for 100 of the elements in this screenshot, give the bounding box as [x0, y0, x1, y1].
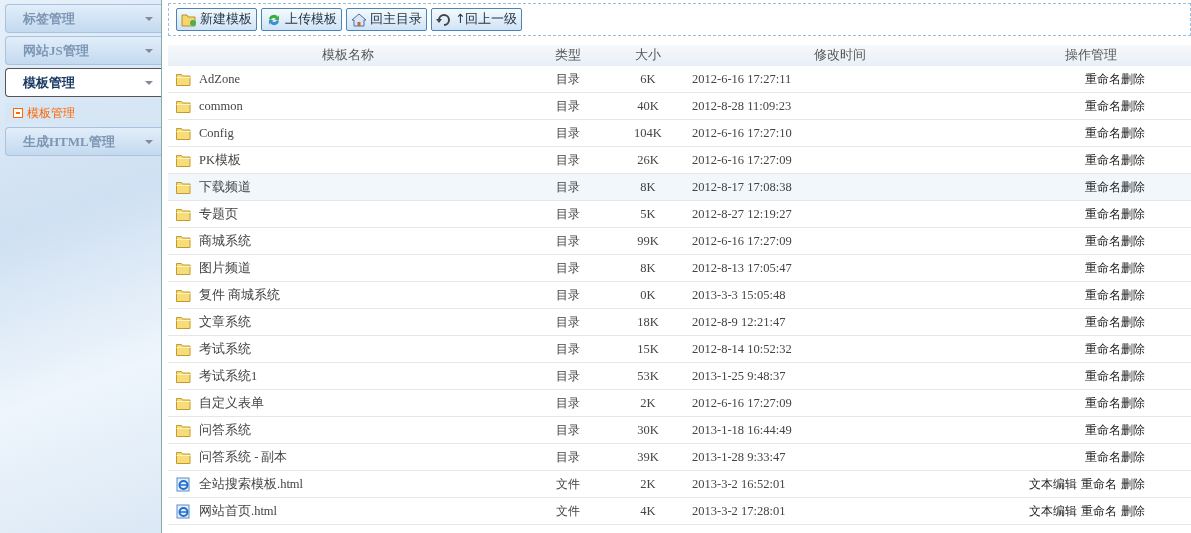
action-link[interactable]: 重命名: [1085, 261, 1121, 276]
size-text: 2K: [640, 395, 656, 410]
folder-name[interactable]: 专题页: [199, 204, 238, 224]
folder-name[interactable]: 自定义表单: [199, 393, 264, 413]
action-link[interactable]: 文本编辑: [1029, 477, 1078, 492]
menu-header[interactable]: 模板管理: [5, 68, 161, 97]
action-link[interactable]: 重命名: [1085, 396, 1121, 411]
action-link[interactable]: 文本编辑: [1029, 504, 1078, 519]
folder-icon: [176, 126, 191, 140]
type-text: 目录: [556, 450, 580, 465]
modified-date: 2013-1-28 9:33:47: [692, 449, 786, 464]
folder-name[interactable]: 考试系统: [199, 339, 251, 359]
action-link[interactable]: 重命名: [1085, 153, 1121, 168]
action-link[interactable]: 重命名: [1085, 180, 1121, 195]
type-text: 目录: [556, 288, 580, 303]
action-link[interactable]: 重命名: [1085, 342, 1121, 357]
folder-name[interactable]: Config: [199, 123, 234, 143]
column-header: 类型: [528, 45, 608, 66]
size-text: 4K: [640, 503, 656, 518]
type-text: 目录: [556, 261, 580, 276]
size-text: 5K: [640, 206, 656, 221]
action-link[interactable]: 重命名: [1085, 315, 1121, 330]
folder-name[interactable]: 问答系统 - 副本: [199, 447, 288, 467]
folder-icon: [176, 288, 191, 302]
action-link[interactable]: 删除: [1121, 423, 1145, 438]
modified-date: 2013-3-2 16:52:01: [692, 476, 786, 491]
column-header: 修改时间: [688, 45, 991, 66]
action-link[interactable]: 删除: [1121, 153, 1145, 168]
type-text: 目录: [556, 153, 580, 168]
action-link[interactable]: 删除: [1121, 477, 1145, 492]
folder-name[interactable]: AdZone: [199, 69, 240, 89]
action-link[interactable]: 重命名: [1085, 369, 1121, 384]
action-link[interactable]: 删除: [1121, 180, 1145, 195]
modified-date: 2013-1-18 16:44:49: [692, 422, 792, 437]
action-link[interactable]: 重命名: [1085, 99, 1121, 114]
action-link[interactable]: 删除: [1121, 369, 1145, 384]
action-link[interactable]: 删除: [1121, 450, 1145, 465]
house-icon: [351, 12, 367, 27]
file-name[interactable]: 全站搜索模板.html: [199, 474, 304, 494]
action-link[interactable]: 重命名: [1085, 126, 1121, 141]
folder-icon: [176, 315, 191, 329]
file-name[interactable]: 网站首页.html: [199, 501, 278, 521]
size-text: 18K: [637, 314, 659, 329]
toolbar-button[interactable]: 回主目录: [346, 8, 427, 31]
action-link[interactable]: 删除: [1121, 261, 1145, 276]
action-link[interactable]: 删除: [1121, 72, 1145, 86]
action-link[interactable]: 删除: [1121, 504, 1145, 519]
folder-name[interactable]: 复件 商城系统: [199, 285, 281, 305]
action-link[interactable]: 删除: [1121, 288, 1145, 303]
action-link[interactable]: 重命名: [1085, 450, 1121, 465]
action-link[interactable]: 删除: [1121, 342, 1145, 357]
type-text: 目录: [556, 234, 580, 249]
action-link[interactable]: 重命名: [1081, 477, 1118, 492]
collapse-icon[interactable]: [13, 108, 23, 118]
modified-date: 2012-6-16 17:27:09: [692, 152, 792, 167]
action-link[interactable]: 重命名: [1085, 423, 1121, 438]
action-link[interactable]: 重命名: [1085, 234, 1121, 249]
action-link[interactable]: 重命名: [1081, 504, 1118, 519]
action-link[interactable]: 删除: [1121, 207, 1145, 222]
folder-name[interactable]: 商城系统: [199, 231, 251, 251]
folder-name[interactable]: 下载频道: [199, 177, 251, 197]
size-text: 99K: [637, 233, 659, 248]
folder-name[interactable]: 问答系统: [199, 420, 251, 440]
folder-name[interactable]: common: [199, 96, 243, 116]
toolbar-button[interactable]: 新建模板: [176, 8, 257, 31]
back-button[interactable]: ↑回上一级: [431, 8, 523, 31]
folder-icon: [176, 261, 191, 275]
modified-date: 2012-8-13 17:05:47: [692, 260, 792, 275]
type-text: 文件: [556, 477, 580, 492]
modified-date: 2013-3-3 15:05:48: [692, 287, 786, 302]
folder-icon: [176, 153, 191, 167]
type-text: 目录: [556, 126, 580, 141]
type-text: 目录: [556, 315, 580, 330]
action-link[interactable]: 重命名: [1085, 207, 1121, 222]
type-text: 目录: [556, 207, 580, 222]
action-link[interactable]: 删除: [1121, 234, 1145, 249]
modified-date: 2012-6-16 17:27:10: [692, 125, 792, 140]
action-link[interactable]: 删除: [1121, 126, 1145, 141]
folder-name[interactable]: 文章系统: [199, 312, 251, 332]
size-text: 30K: [637, 422, 659, 437]
folder-icon: [176, 369, 191, 383]
action-link[interactable]: 重命名: [1085, 288, 1121, 303]
modified-date: 2013-3-2 17:28:01: [692, 503, 786, 518]
size-text: 39K: [637, 449, 659, 464]
folder-name[interactable]: 考试系统1: [199, 366, 258, 386]
size-text: 8K: [640, 179, 656, 194]
folder-name[interactable]: 图片频道: [199, 258, 251, 278]
action-link[interactable]: 删除: [1121, 396, 1145, 411]
modified-date: 2012-8-14 10:52:32: [692, 341, 792, 356]
modified-date: 2012-8-17 17:08:38: [692, 179, 792, 194]
folder-name[interactable]: PK模板: [199, 150, 241, 170]
size-text: 53K: [637, 368, 659, 383]
toolbar-button[interactable]: 上传模板: [261, 8, 342, 31]
folder-icon: [176, 234, 191, 248]
action-link[interactable]: 删除: [1121, 99, 1145, 114]
column-header: 操作管理: [991, 45, 1191, 66]
action-link[interactable]: 删除: [1121, 315, 1145, 330]
undo-arrow-icon: [436, 12, 452, 27]
folder-icon: [176, 72, 191, 86]
action-link[interactable]: 重命名: [1085, 72, 1121, 86]
